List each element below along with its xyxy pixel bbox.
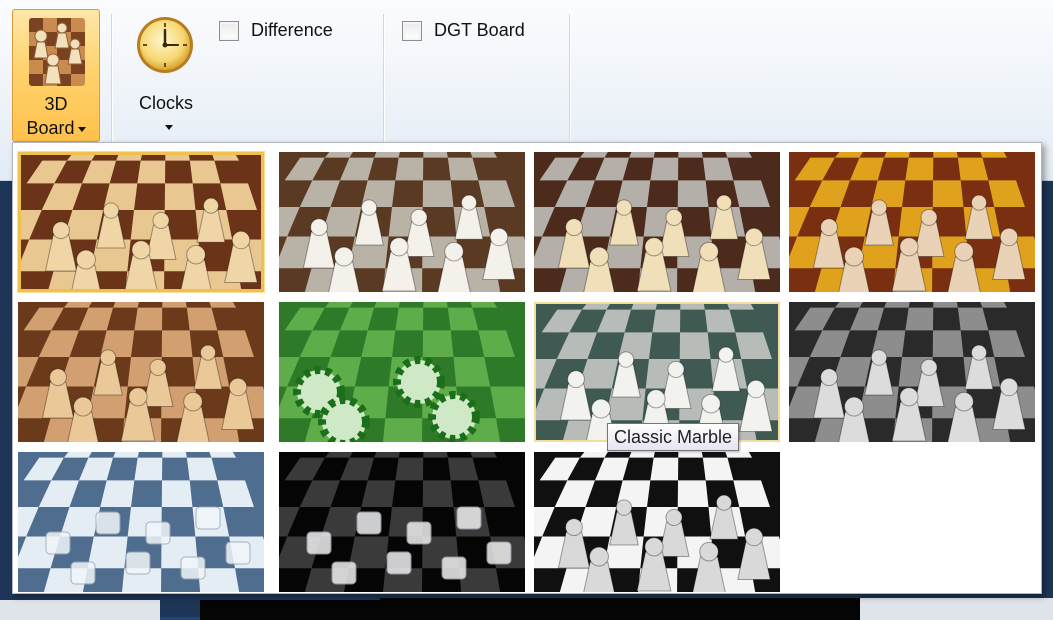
checkbox-box[interactable] (402, 20, 422, 41)
clock-icon (137, 17, 193, 73)
board-design-thumbnail[interactable] (534, 152, 780, 292)
board-design-thumbnail[interactable] (279, 152, 525, 292)
board-design-gallery (12, 142, 1042, 594)
board-design-thumbnail[interactable] (18, 452, 264, 592)
ribbon-separator (111, 14, 112, 142)
dgt-board-checkbox[interactable]: DGT Board (402, 20, 525, 41)
checkbox-box[interactable] (219, 20, 239, 41)
dgt-board-label: DGT Board (434, 20, 525, 40)
3d-board-label-line2: Board (13, 118, 99, 139)
board-design-thumbnail[interactable] (18, 302, 264, 442)
3d-board-label-line1: 3D (44, 94, 68, 114)
clocks-button[interactable]: Clocks (122, 9, 210, 142)
chess-board-icon (29, 18, 85, 86)
board-design-thumbnail[interactable] (789, 302, 1035, 442)
board-design-thumbnail[interactable] (789, 152, 1035, 292)
board-design-thumbnail[interactable] (279, 302, 525, 442)
clocks-label: Clocks (138, 93, 193, 113)
background-panel (0, 600, 160, 620)
board-design-thumbnail[interactable] (534, 452, 780, 592)
background-panel (200, 600, 380, 620)
tooltip: Classic Marble (607, 423, 740, 451)
3d-board-button[interactable]: 3D Board (12, 9, 100, 142)
board-design-thumbnail[interactable] (279, 452, 525, 592)
difference-label: Difference (251, 20, 333, 40)
dropdown-arrow-icon (165, 125, 173, 130)
dropdown-arrow-icon (77, 126, 86, 132)
ribbon-separator (569, 14, 570, 142)
difference-checkbox[interactable]: Difference (219, 20, 333, 41)
board-design-thumbnail[interactable] (18, 152, 264, 292)
ribbon-separator (383, 14, 384, 142)
3d-board-label-text: Board (26, 118, 75, 138)
board-design-thumbnail[interactable] (534, 302, 780, 442)
